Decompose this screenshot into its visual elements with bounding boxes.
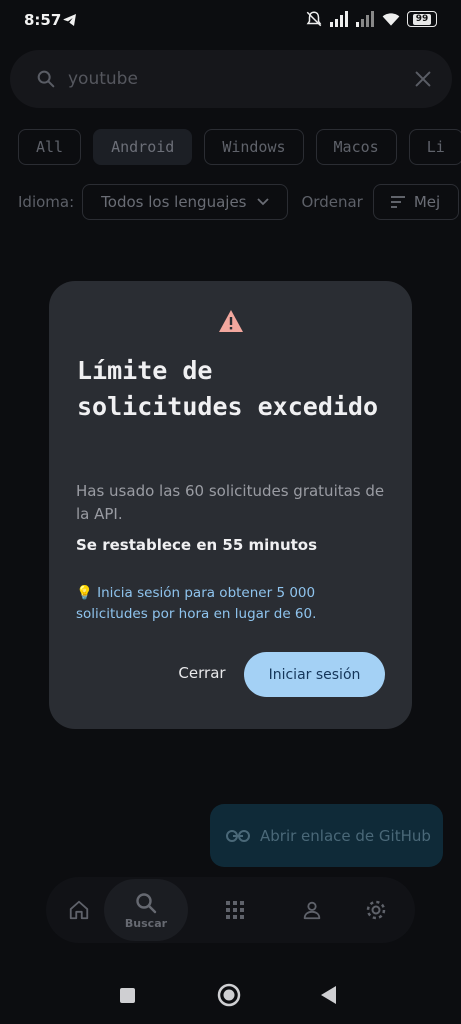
search-icon (37, 70, 55, 88)
open-github-link-button[interactable]: Abrir enlace de GitHub (210, 804, 443, 867)
nav-profile[interactable] (301, 877, 323, 943)
signal-icon (330, 11, 348, 27)
fab-label: Abrir enlace de GitHub (260, 826, 431, 845)
search-input[interactable] (68, 64, 398, 94)
chevron-down-icon (256, 198, 269, 206)
login-tip: 💡 Inicia sesión para obtener 5 000 solic… (76, 585, 317, 622)
home-icon (69, 900, 89, 920)
filter-row: Idioma: Todos los lenguajes Ordenar Mej (18, 184, 460, 220)
chip-all[interactable]: All (18, 129, 82, 165)
search-icon (136, 892, 157, 913)
status-time: 8:57 (24, 11, 62, 29)
link-icon (226, 829, 250, 842)
dialog-title: Límite de solicitudes excedido (77, 356, 379, 421)
language-dropdown[interactable]: Todos los lenguajes (82, 184, 288, 220)
apps-icon (226, 901, 244, 919)
platform-chips: All Android Windows Macos Li (18, 129, 461, 165)
back-icon (321, 986, 336, 1004)
nav-search[interactable]: Buscar (104, 879, 188, 941)
nav-apps[interactable] (224, 877, 246, 943)
settings-icon (366, 900, 386, 920)
reset-time-text: Se restablece en 55 minutos (76, 536, 318, 554)
sort-value: Mej (413, 193, 441, 211)
system-nav-bar (120, 983, 336, 1007)
rate-limit-dialog: Límite de solicitudes excedido Has usado… (49, 281, 412, 729)
profile-icon (303, 901, 321, 920)
dialog-body: Has usado las 60 solicitudes gratuitas d… (76, 482, 385, 523)
recents-icon (120, 988, 135, 1003)
wifi-icon (382, 13, 400, 26)
sort-icon (390, 196, 405, 208)
chip-macos[interactable]: Macos (315, 129, 397, 165)
login-button[interactable]: Iniciar sesión (244, 652, 385, 697)
nav-settings[interactable] (364, 877, 388, 943)
nav-home[interactable] (66, 877, 92, 943)
search-bar[interactable] (10, 50, 452, 108)
signal-2-icon (356, 11, 374, 27)
status-icons: 99 (305, 10, 437, 28)
language-value: Todos los lenguajes (101, 193, 247, 211)
chip-android[interactable]: Android (93, 129, 193, 165)
close-button[interactable]: Cerrar (167, 655, 237, 691)
language-label: Idioma: (18, 193, 75, 211)
close-icon[interactable] (412, 68, 434, 90)
nav-search-label: Buscar (124, 916, 168, 930)
sort-label: Ordenar (301, 193, 363, 211)
status-bar: 8:57 99 (0, 0, 461, 40)
chip-linux[interactable]: Li (408, 129, 461, 165)
silent-icon (306, 11, 322, 27)
telegram-icon (63, 14, 76, 26)
battery-icon: 99 (407, 11, 437, 27)
sort-dropdown[interactable]: Mej (372, 184, 460, 220)
chip-windows[interactable]: Windows (204, 129, 304, 165)
warning-icon (219, 310, 243, 332)
bottom-nav: Buscar (46, 877, 415, 943)
battery-level: 99 (412, 13, 432, 25)
